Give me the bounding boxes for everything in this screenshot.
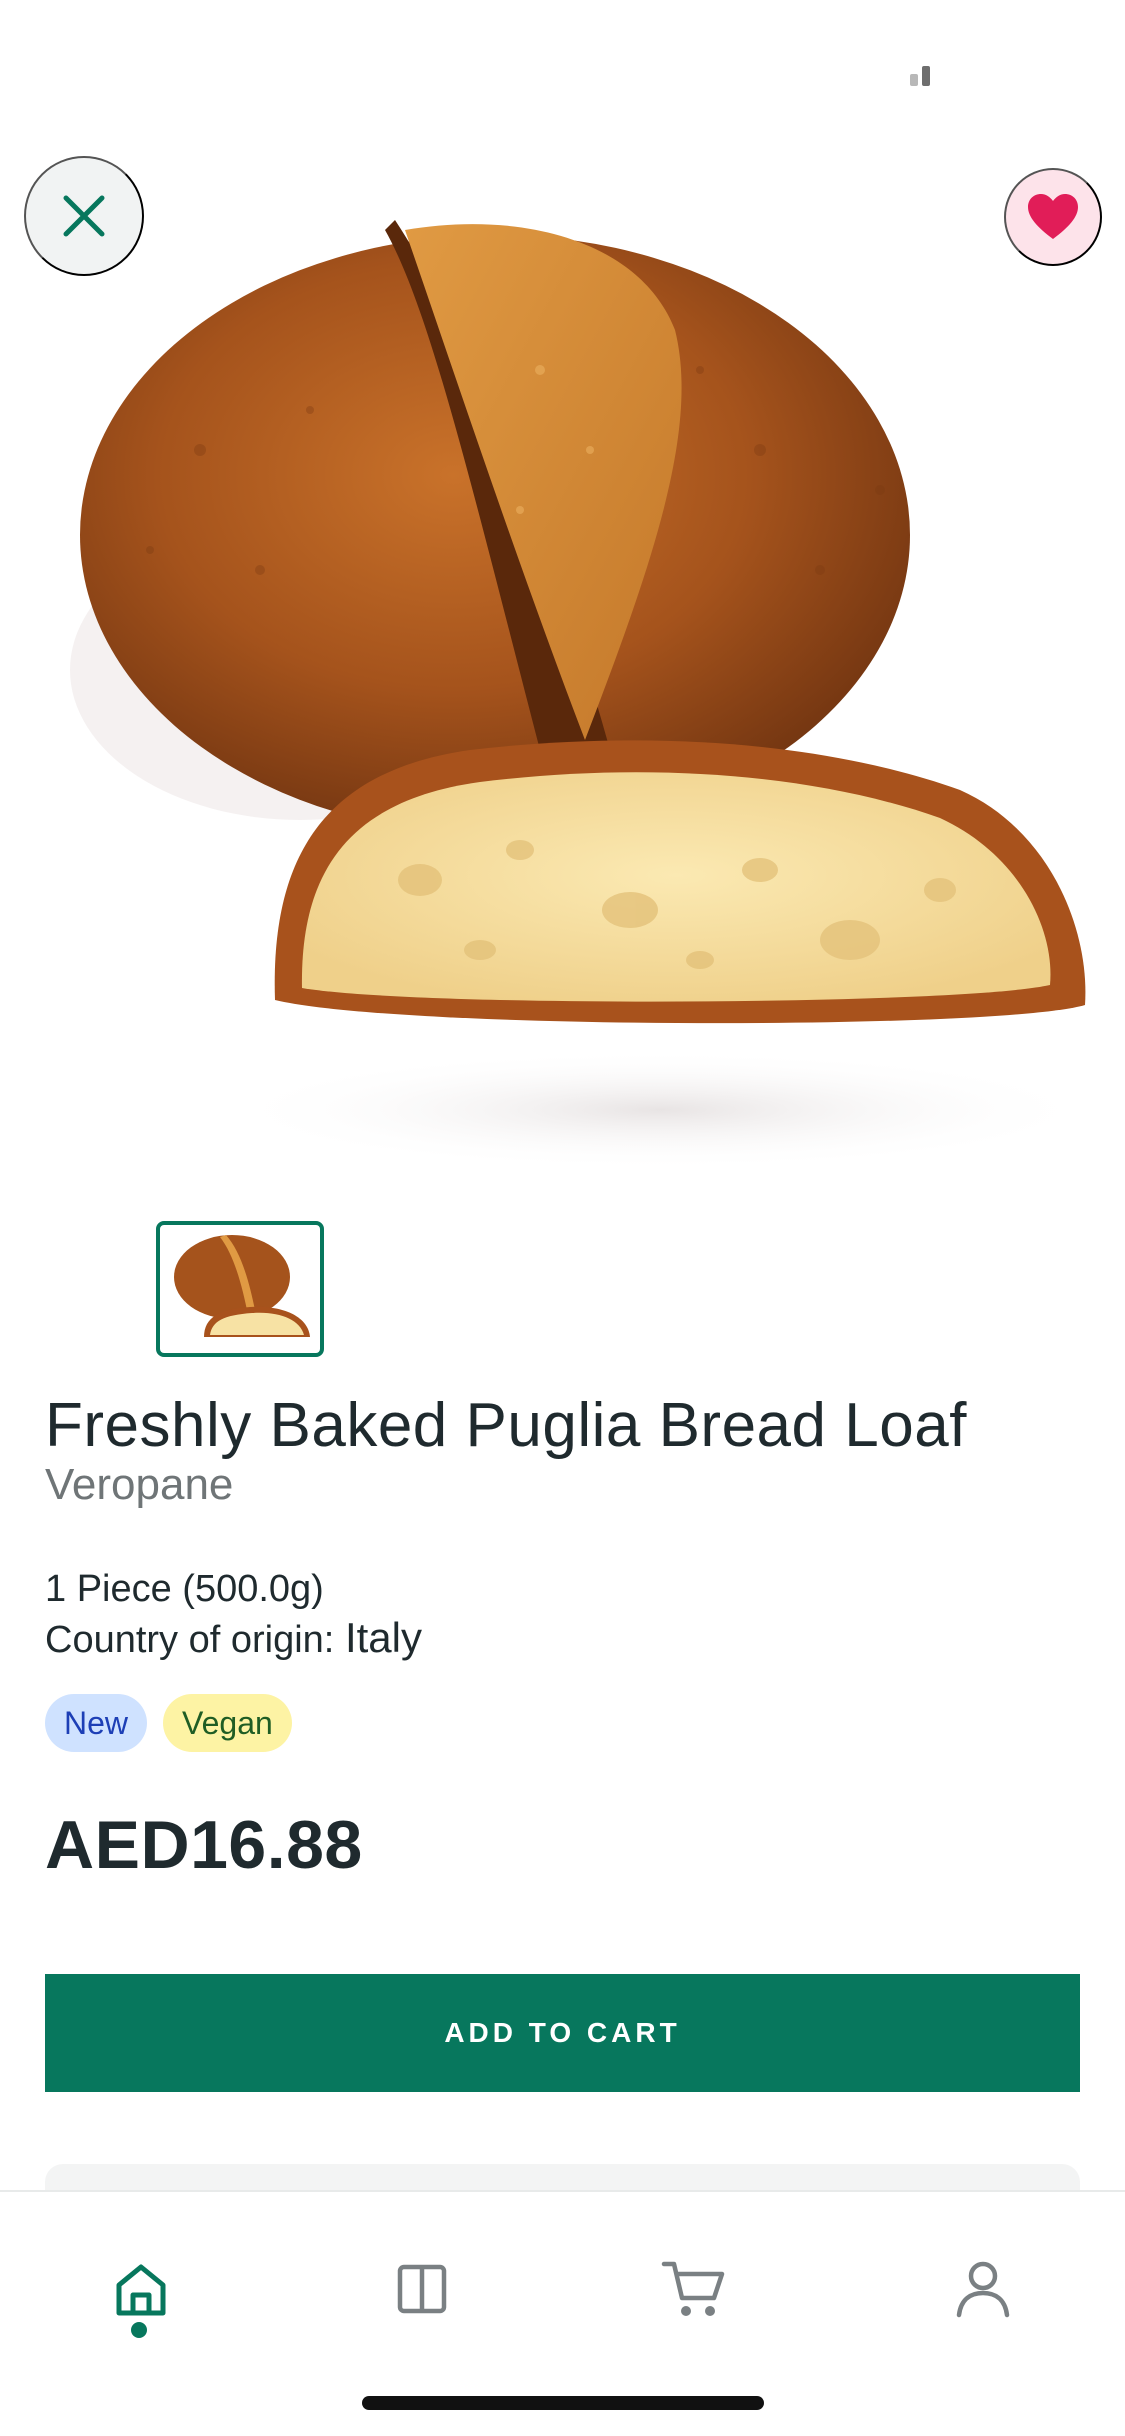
tab-catalog[interactable] [377,2244,467,2334]
origin-label: Country of origin: [45,1619,335,1661]
product-image [0,150,1125,1190]
product-title: Freshly Baked Puglia Bread Loaf [45,1391,967,1460]
catalog-icon [397,2264,447,2314]
origin-value: Italy [344,1614,422,1661]
tab-account[interactable] [938,2244,1028,2334]
tab-cart[interactable] [648,2244,738,2334]
tab-home[interactable] [96,2244,186,2334]
home-icon [116,2264,166,2316]
product-brand[interactable]: Veropane [45,1460,233,1510]
active-tab-indicator [131,2322,147,2338]
country-of-origin: Country of origin: Italy [45,1614,422,1662]
heart-icon [1028,194,1078,239]
close-icon [63,195,105,237]
product-badges: New Vegan [45,1694,292,1752]
add-to-cart-button[interactable]: ADD TO CART [45,1974,1080,2092]
account-icon [956,2261,1010,2318]
favorite-button[interactable] [1004,168,1102,266]
home-indicator [362,2396,764,2410]
status-indicator [910,66,934,86]
product-price: AED16.88 [45,1807,363,1883]
close-button[interactable] [24,156,144,276]
badge-vegan: Vegan [163,1694,292,1752]
badge-new: New [45,1694,148,1752]
product-size: 1 Piece (500.0g) [45,1568,324,1610]
gallery-thumbnail[interactable] [156,1221,324,1357]
cart-icon [661,2261,725,2316]
